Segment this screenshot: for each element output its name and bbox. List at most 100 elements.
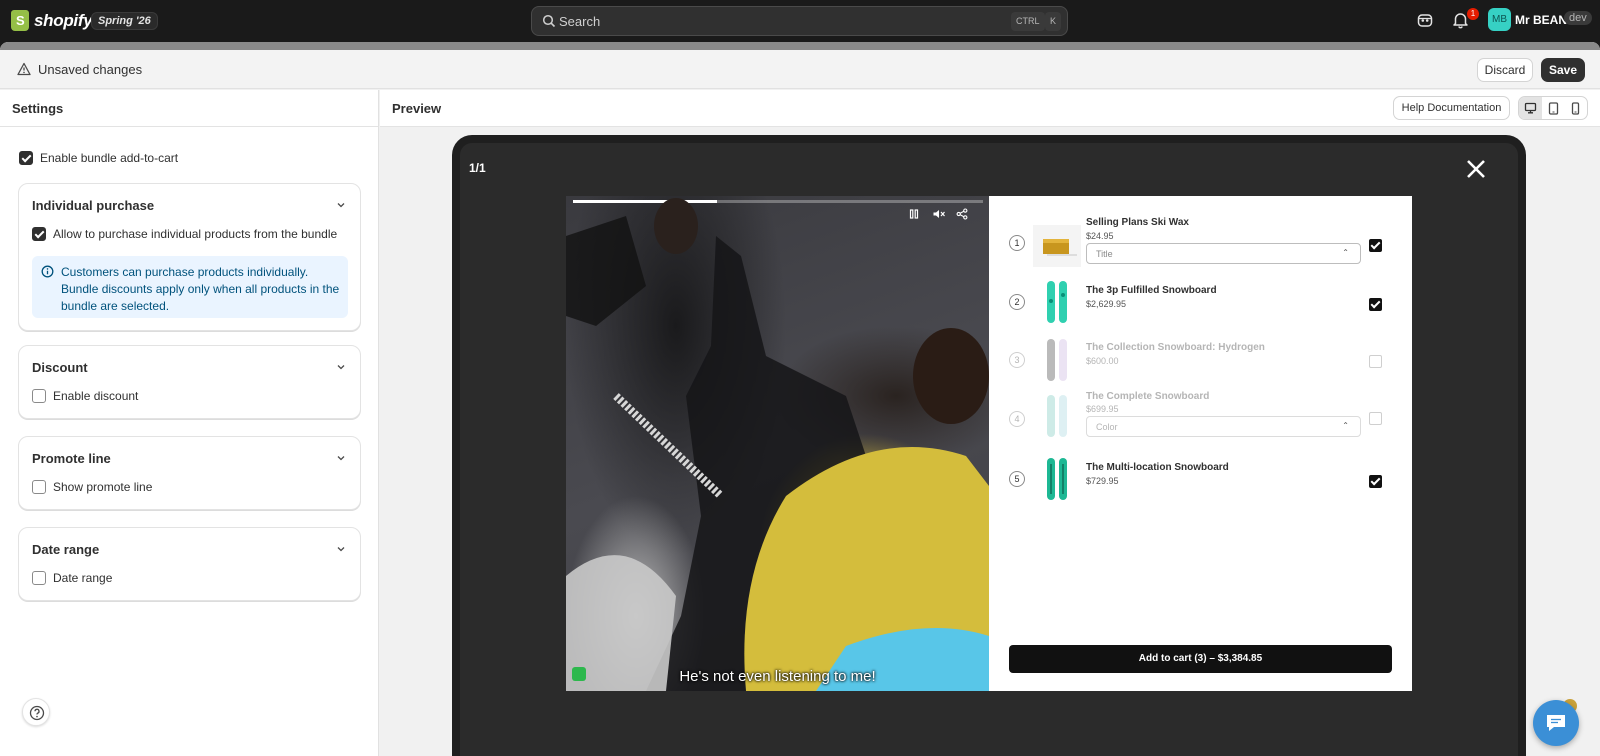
snowboard-thumbnail [1047, 395, 1067, 437]
tablet-view-button[interactable] [1542, 97, 1565, 119]
product-price: $24.95 [1086, 231, 1114, 241]
discard-button[interactable]: Discard [1477, 58, 1533, 82]
snowboard-thumbnail [1047, 458, 1067, 500]
search-placeholder: Search [559, 14, 601, 29]
show-promote-line-checkbox[interactable] [32, 480, 46, 494]
preview-panel: Preview Help Documentation 1/1 He's not … [380, 90, 1600, 756]
date-range-card: Date range Date range [18, 527, 361, 601]
product-price: $2,629.95 [1086, 299, 1127, 309]
help-documentation-button[interactable]: Help Documentation [1393, 96, 1510, 120]
search-icon [542, 14, 556, 28]
search-bar[interactable]: Search CTRL K [531, 6, 1068, 36]
mobile-icon [1572, 101, 1580, 115]
season-badge: Spring '26 [91, 12, 158, 30]
individual-purchase-label: Allow to purchase individual products fr… [53, 227, 338, 241]
chevron-down-icon[interactable] [336, 362, 346, 372]
enable-discount-label: Enable discount [53, 389, 139, 403]
product-checkbox[interactable] [1369, 239, 1382, 252]
product-name: The Complete Snowboard [1086, 391, 1210, 402]
help-button[interactable] [22, 698, 50, 726]
show-promote-line-label: Show promote line [53, 480, 153, 494]
window-top-band [0, 42, 1600, 50]
product-price: $729.95 [1086, 476, 1119, 486]
shopify-bag-icon: S [11, 10, 29, 31]
add-to-cart-button[interactable]: Add to cart (3) – $3,384.85 [1009, 645, 1392, 673]
desktop-icon [1524, 102, 1536, 114]
unsaved-changes-title: Unsaved changes [38, 62, 143, 77]
ski-wax-thumbnail [1033, 225, 1081, 267]
enable-discount-checkbox[interactable] [32, 389, 46, 403]
product-checkbox[interactable] [1369, 355, 1382, 368]
sidekick-icon[interactable] [1416, 11, 1434, 29]
product-number: 5 [1009, 471, 1025, 487]
shortcut-ctrl-key: CTRL [1011, 12, 1045, 31]
date-range-label: Date range [53, 571, 113, 585]
shopify-logo[interactable]: S shopify [11, 10, 93, 31]
product-number: 2 [1009, 294, 1025, 310]
discount-card: Discount Enable discount [18, 345, 361, 419]
mobile-view-button[interactable] [1564, 97, 1587, 119]
chevron-down-icon: ⌃ [1342, 421, 1349, 430]
individual-purchase-checkbox[interactable] [32, 227, 46, 241]
chevron-down-icon[interactable] [336, 453, 346, 463]
product-price: $600.00 [1086, 356, 1119, 366]
slide-counter: 1/1 [469, 161, 486, 175]
product-price: $699.95 [1086, 404, 1119, 414]
promote-line-title: Promote line [32, 451, 111, 466]
product-checkbox[interactable] [1369, 298, 1382, 311]
video-frame-illustration [566, 198, 989, 691]
chevron-down-icon[interactable] [336, 544, 346, 554]
tablet-icon [1548, 101, 1558, 115]
product-name: Selling Plans Ski Wax [1086, 217, 1189, 228]
notification-count-badge: 1 [1467, 8, 1479, 20]
chevron-down-icon[interactable] [336, 200, 346, 210]
avatar[interactable]: MB [1488, 8, 1511, 31]
variant-select[interactable]: Title ⌃ [1086, 243, 1361, 264]
chat-icon [1547, 715, 1565, 731]
preview-header: Preview Help Documentation [380, 90, 1600, 127]
product-checkbox[interactable] [1369, 412, 1382, 425]
video-player[interactable]: He's not even listening to me! [566, 196, 989, 691]
app-window: Unsaved changes Discard Save Settings En… [0, 42, 1600, 756]
date-range-title: Date range [32, 542, 100, 557]
product-number: 1 [1009, 235, 1025, 251]
device-toggle-group [1518, 96, 1588, 120]
enable-bundle-checkbox[interactable] [19, 151, 33, 165]
settings-title: Settings [12, 101, 64, 116]
product-checkbox[interactable] [1369, 475, 1382, 488]
product-name: The Collection Snowboard: Hydrogen [1086, 342, 1265, 353]
warning-icon [17, 62, 31, 76]
snowboard-thumbnail [1047, 339, 1067, 381]
info-text: Customers can purchase products individu… [61, 265, 340, 313]
bundle-product-list: 1 Selling Plans Ski Wax $24.95 Title ⌃ 2 … [989, 196, 1412, 691]
variant-select-value: Title [1096, 249, 1113, 259]
product-name: The 3p Fulfilled Snowboard [1086, 285, 1217, 296]
user-name[interactable]: Mr BEAN [1515, 13, 1567, 27]
variant-select[interactable]: Color ⌃ [1086, 416, 1361, 437]
snowboard-thumbnail [1047, 281, 1067, 323]
desktop-view-button[interactable] [1519, 97, 1542, 119]
info-banner: Customers can purchase products individu… [32, 256, 348, 318]
store-badge: dev [1564, 11, 1592, 25]
top-bar: S shopify Spring '26 Search CTRL K 1 MB … [0, 0, 1600, 42]
chat-button[interactable] [1533, 700, 1579, 746]
discount-title: Discount [32, 360, 88, 375]
product-number: 3 [1009, 352, 1025, 368]
product-name: The Multi-location Snowboard [1086, 462, 1229, 473]
date-range-checkbox[interactable] [32, 571, 46, 585]
brand-name: shopify [34, 10, 93, 30]
variant-select-value: Color [1096, 422, 1118, 432]
question-icon [29, 705, 45, 721]
save-button[interactable]: Save [1541, 58, 1585, 82]
preview-title: Preview [392, 101, 442, 116]
individual-purchase-title: Individual purchase [32, 198, 155, 213]
product-number: 4 [1009, 411, 1025, 427]
video-caption: He's not even listening to me! [679, 668, 876, 685]
info-icon [41, 265, 54, 278]
settings-panel: Settings Enable bundle add-to-cart Indiv… [0, 90, 379, 756]
storefront-modal: 1/1 He's not even listening to me! 1 Sel… [460, 143, 1518, 756]
chevron-down-icon: ⌃ [1342, 248, 1349, 257]
close-icon[interactable] [1465, 158, 1487, 180]
promote-line-card: Promote line Show promote line [18, 436, 361, 510]
individual-purchase-card: Individual purchase Allow to purchase in… [18, 183, 361, 331]
